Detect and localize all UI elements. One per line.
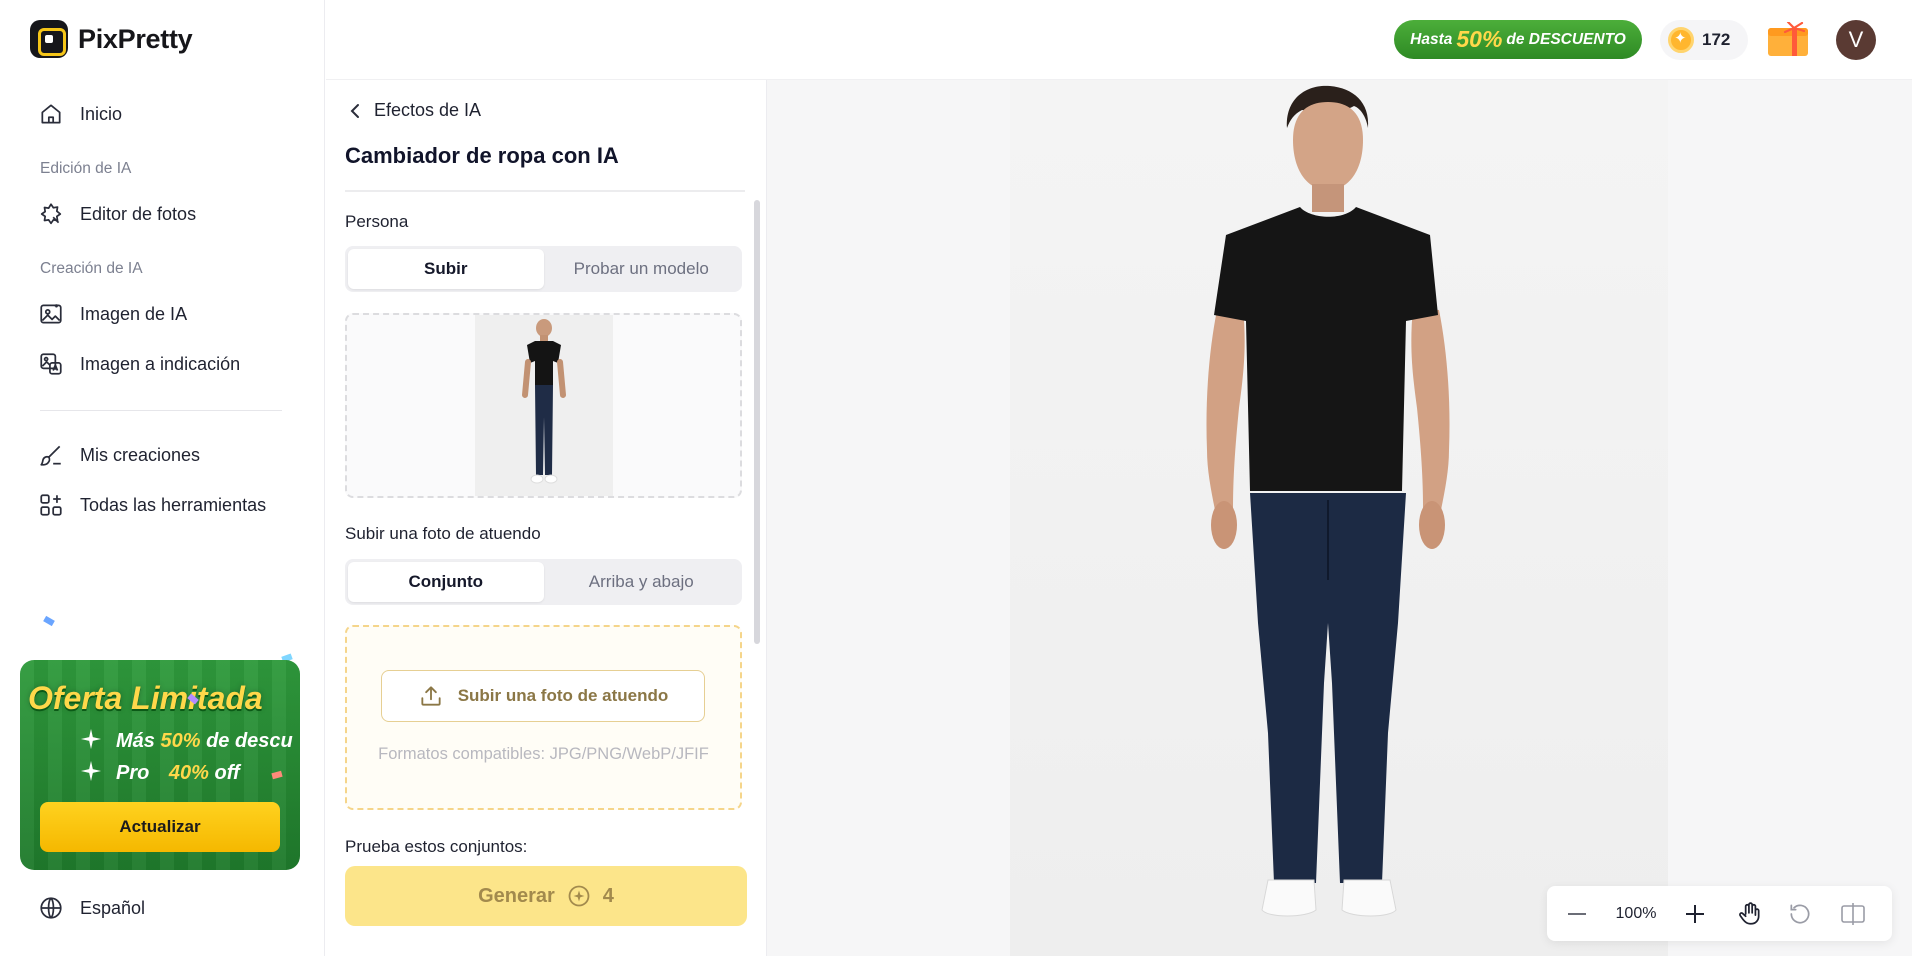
compare-icon (1840, 902, 1865, 925)
hand-icon (1739, 901, 1760, 925)
sidebar: PixPretty Inicio Edición de IA Editor de… (0, 0, 325, 956)
supported-formats: Formatos compatibles: JPG/PNG/WebP/JFIF (378, 745, 709, 763)
discount-banner[interactable]: Hasta 50% de DESCUENTO (1394, 20, 1642, 59)
nav-section-edit: Edición de IA (40, 160, 132, 177)
logo-text: PixPretty (78, 23, 193, 54)
person-preview[interactable] (345, 313, 742, 498)
reset-icon (1790, 903, 1810, 924)
zoom-in-button[interactable] (1665, 886, 1725, 941)
sidebar-item-my-creations[interactable]: Mis creaciones (38, 440, 200, 470)
sidebar-item-label: Mis creaciones (80, 444, 201, 465)
page-title: Cambiador de ropa con IA (345, 143, 619, 168)
credits-count: 172 (1702, 30, 1731, 49)
sidebar-item-label: Inicio (80, 103, 123, 124)
promo-highlight: 40% (168, 762, 209, 784)
photo-editor-icon (40, 203, 62, 225)
sidebar-item-label: Todas las herramientas (80, 494, 267, 515)
person-thumbnail (475, 315, 613, 496)
try-outfits-label: Prueba estos conjuntos: (345, 837, 528, 856)
tab-try-model[interactable]: Probar un modelo (544, 249, 740, 289)
zoom-out-button[interactable] (1547, 886, 1607, 941)
reset-button[interactable] (1775, 886, 1825, 941)
sidebar-item-label: Imagen a indicación (80, 353, 241, 374)
pan-button[interactable] (1725, 886, 1775, 941)
upload-outfit-button[interactable]: Subir una foto de atuendo (381, 670, 705, 722)
coin-icon (1668, 27, 1694, 53)
coin-icon (568, 885, 590, 907)
sidebar-item-photo-editor[interactable]: Editor de fotos (38, 199, 196, 229)
promo-text: Más (116, 730, 155, 752)
home-icon (41, 104, 61, 124)
sidebar-item-label: Imagen de IA (80, 303, 188, 324)
sidebar-item-home[interactable]: Inicio (38, 99, 122, 129)
globe-icon (40, 897, 62, 919)
zoom-level: 100% (1615, 904, 1657, 922)
tool-panel: Efectos de IA Cambiador de ropa con IA P… (326, 80, 767, 956)
image-to-prompt-icon (40, 353, 62, 375)
panel-scrollbar[interactable] (754, 200, 760, 644)
tab-upload[interactable]: Subir (348, 249, 544, 289)
sparkle-icon (80, 760, 102, 782)
discount-text: Hasta (1410, 30, 1453, 48)
credits-badge[interactable]: 172 (1660, 20, 1748, 60)
person-photo (1010, 80, 1668, 956)
language-label: Español (80, 897, 146, 918)
tab-top-bottom[interactable]: Arriba y abajo (544, 562, 740, 602)
tab-full-outfit[interactable]: Conjunto (348, 562, 544, 602)
generate-cost: 4 (602, 884, 614, 907)
compare-button[interactable] (1825, 886, 1880, 941)
zoom-in-icon (1686, 904, 1704, 923)
confetti-decoration (43, 615, 55, 627)
sidebar-item-ai-image[interactable]: Imagen de IA (38, 299, 187, 329)
sidebar-divider (40, 410, 282, 411)
language-selector[interactable]: Español (38, 895, 145, 921)
avatar[interactable]: V (1836, 20, 1876, 60)
upload-icon (421, 686, 441, 706)
nav-section-create: Creación de IA (40, 260, 143, 277)
promo-text: Pro (116, 762, 150, 784)
generate-button[interactable]: Generar 4 (345, 866, 747, 926)
promo-text: off (214, 762, 240, 784)
promo-text: de descu (206, 730, 293, 752)
logo[interactable]: PixPretty (30, 20, 193, 58)
promo-title: Oferta Limitada (28, 680, 263, 716)
outfit-dropzone[interactable]: Subir una foto de atuendo Formatos compa… (345, 625, 742, 810)
back-button[interactable]: Efectos de IA (348, 100, 481, 121)
apps-icon (40, 494, 62, 516)
outfit-label: Subir una foto de atuendo (345, 524, 541, 543)
outfit-type-toggle: Conjunto Arriba y abajo (345, 559, 742, 605)
sidebar-item-all-tools[interactable]: Todas las herramientas (38, 490, 266, 520)
discount-highlight: 50% (1456, 26, 1503, 52)
brush-icon (40, 445, 61, 466)
canvas-area[interactable]: 100% (767, 80, 1912, 956)
upgrade-button[interactable]: Actualizar (40, 802, 280, 852)
promo-line-2: Pro 40% off (116, 762, 240, 785)
back-label: Efectos de IA (374, 100, 482, 120)
logo-icon (30, 20, 68, 58)
zoom-toolbar: 100% (1547, 886, 1892, 941)
generate-label: Generar (478, 884, 555, 907)
person-label: Persona (345, 212, 409, 231)
zoom-out-icon (1568, 912, 1586, 915)
sparkle-icon (80, 728, 102, 750)
ai-image-icon (40, 304, 62, 324)
panel-divider (345, 190, 745, 192)
confetti-decoration (271, 770, 283, 780)
sidebar-item-image-to-prompt[interactable]: Imagen a indicación (38, 349, 240, 379)
person-source-toggle: Subir Probar un modelo (345, 246, 742, 292)
chevron-left-icon (350, 103, 359, 118)
gift-icon[interactable] (1766, 22, 1810, 58)
promo-line-1: Más 50% de descu (116, 730, 293, 753)
upload-outfit-label: Subir una foto de atuendo (457, 686, 669, 705)
promo-highlight: 50% (160, 730, 201, 752)
discount-text: de DESCUENTO (1506, 30, 1626, 48)
sidebar-item-label: Editor de fotos (80, 203, 197, 224)
promo-card[interactable]: Oferta Limitada Más 50% de descu Pro 40%… (20, 660, 300, 870)
